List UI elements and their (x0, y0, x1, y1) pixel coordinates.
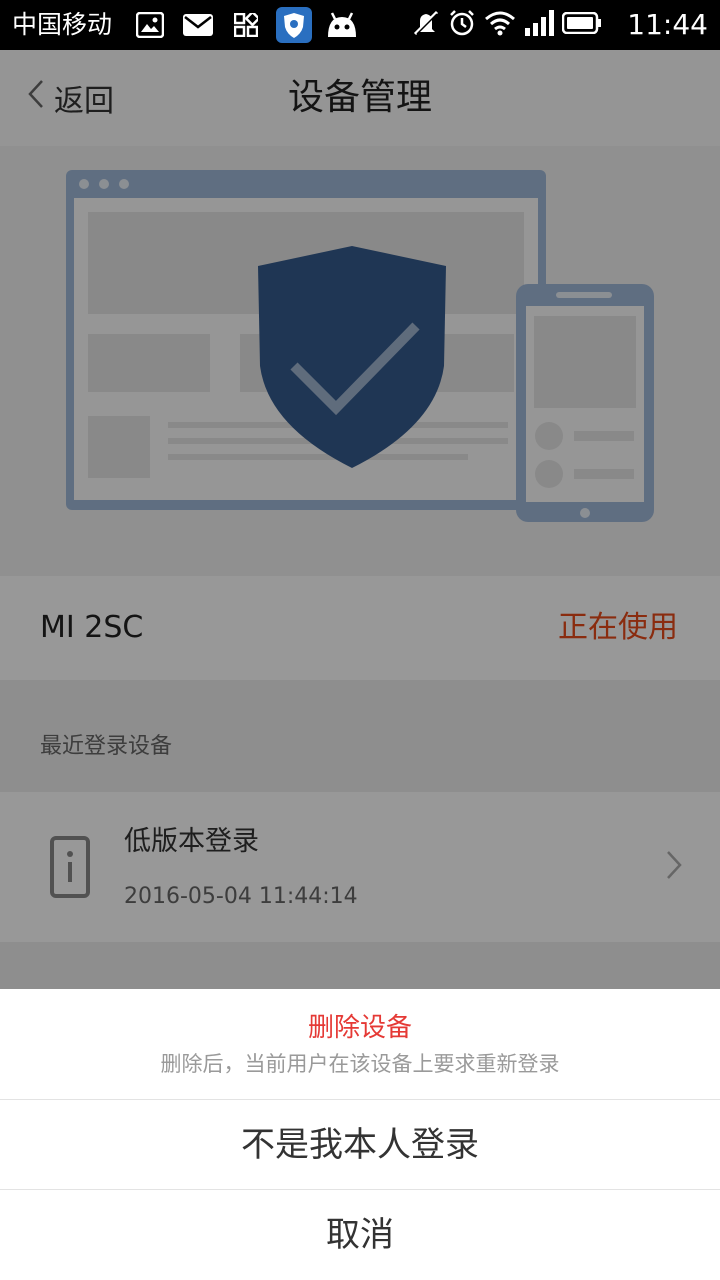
android-icon (318, 8, 366, 42)
action-sheet-title: 删除设备 (307, 1013, 412, 1043)
action-sheet-subtitle: 删除后，当前用户在该设备上要求重新登录 (160, 1052, 560, 1076)
alarm-icon (448, 9, 476, 41)
not-me-login-button[interactable]: 不是我本人登录 (0, 1100, 720, 1190)
mute-icon (412, 9, 440, 41)
action-sheet: 删除设备 删除后，当前用户在该设备上要求重新登录 不是我本人登录 取消 (0, 989, 720, 1280)
cancel-button[interactable]: 取消 (0, 1190, 720, 1280)
status-bar: 中国移动 11:44 (0, 0, 720, 50)
clock: 11:44 (627, 8, 708, 41)
app-grid-icon (222, 8, 270, 42)
notification-icons (126, 7, 366, 43)
system-icons (412, 8, 602, 42)
carrier-name: 中国移动 (12, 10, 113, 39)
image-icon (126, 8, 174, 42)
mail-icon (174, 8, 222, 42)
battery-icon (561, 11, 602, 38)
wifi-icon (484, 10, 516, 40)
signal-icon (524, 10, 554, 40)
action-sheet-header: 删除设备 删除后，当前用户在该设备上要求重新登录 (0, 989, 720, 1100)
shield-app-icon (270, 7, 318, 43)
